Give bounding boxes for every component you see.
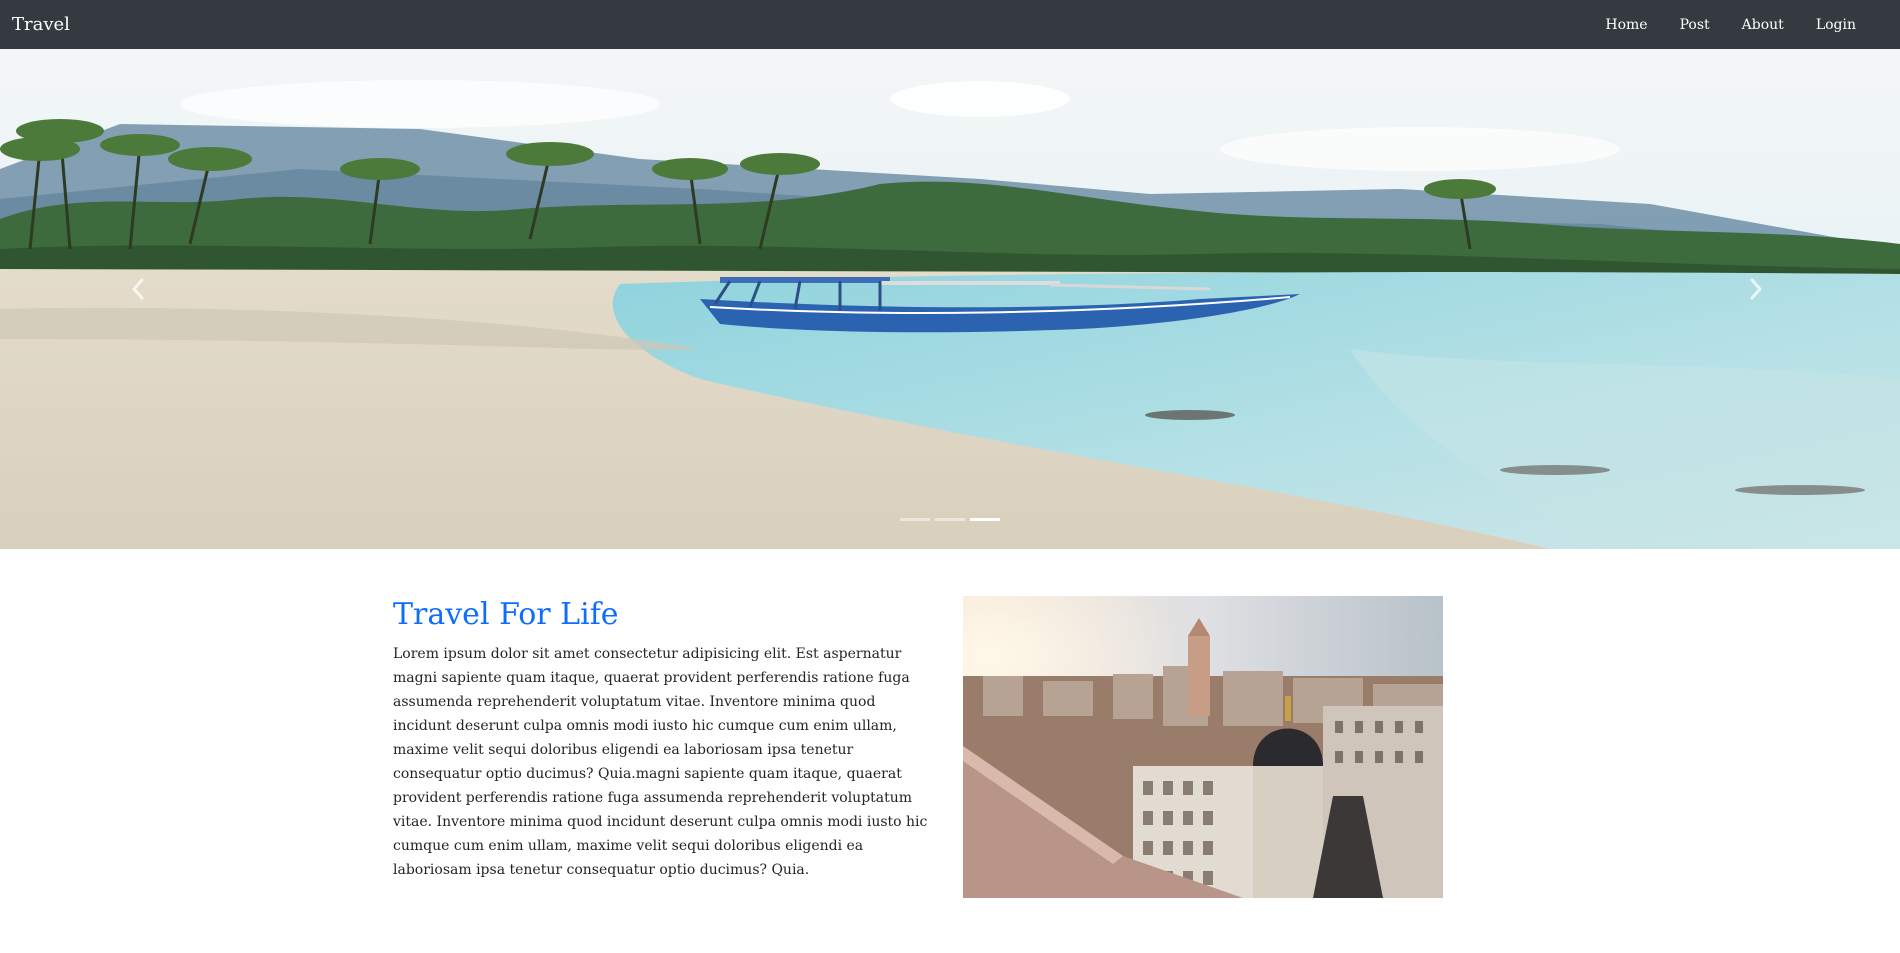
chevron-right-icon — [1750, 278, 1762, 300]
beach-slide-image — [0, 49, 1900, 549]
carousel-indicator-1[interactable] — [900, 518, 930, 521]
feature-title: Travel For Life — [393, 597, 619, 632]
carousel-next-button[interactable] — [1736, 269, 1776, 309]
nav-link-home[interactable]: Home — [1589, 17, 1663, 33]
feature-paragraph: Lorem ipsum dolor sit amet consectetur a… — [393, 646, 928, 878]
navbar: Travel Home Post About Login — [0, 0, 1900, 49]
hero-carousel — [0, 49, 1900, 549]
nav-links: Home Post About Login — [1589, 17, 1872, 33]
feature-text: Travel For Life Lorem ipsum dolor sit am… — [393, 596, 938, 882]
carousel-indicator-3[interactable] — [970, 518, 1000, 521]
nav-link-about[interactable]: About — [1726, 17, 1800, 33]
nav-link-login[interactable]: Login — [1800, 17, 1872, 33]
chevron-left-icon — [132, 278, 144, 300]
brand-link[interactable]: Travel — [12, 14, 70, 35]
feature-section: Travel For Life Lorem ipsum dolor sit am… — [393, 596, 1443, 898]
carousel-indicator-2[interactable] — [935, 518, 965, 521]
carousel-indicators — [0, 518, 1900, 521]
city-photo — [963, 596, 1443, 898]
carousel-prev-button[interactable] — [118, 269, 158, 309]
nav-link-post[interactable]: Post — [1664, 17, 1726, 33]
city-skyline-image — [963, 596, 1443, 898]
